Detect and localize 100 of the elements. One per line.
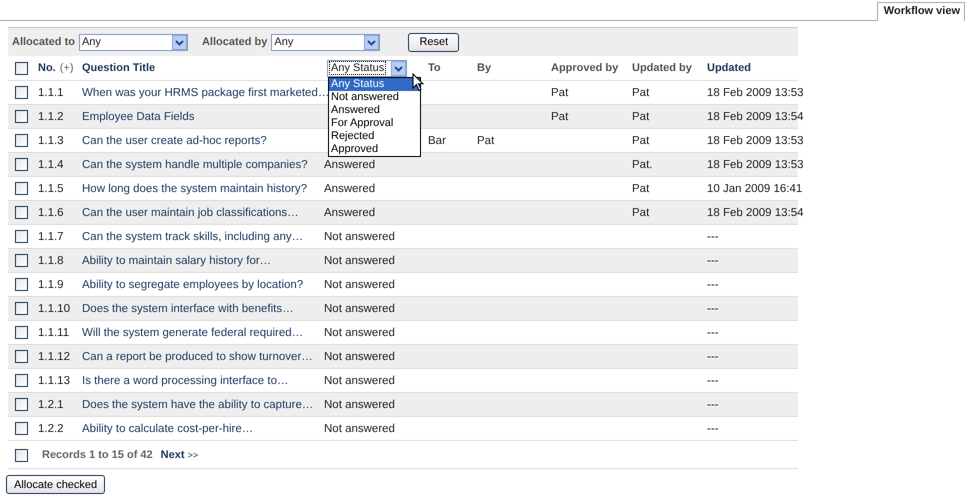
table-cell: --- bbox=[707, 398, 718, 410]
next-page-link[interactable]: Next >> bbox=[160, 449, 198, 461]
allocate-checked-button[interactable]: Allocate checked bbox=[6, 475, 106, 494]
question-link[interactable]: How long does the system maintain history? bbox=[82, 182, 307, 194]
question-number: 1.1.6 bbox=[38, 206, 64, 218]
status-cell: Answered bbox=[324, 206, 376, 218]
column-header: Approved by bbox=[551, 62, 618, 74]
column-header: Updated by bbox=[632, 62, 692, 74]
row-checkbox[interactable] bbox=[15, 158, 28, 171]
column-header-link[interactable]: Question Title bbox=[82, 62, 156, 74]
status-cell: Not answered bbox=[324, 326, 395, 338]
status-option[interactable]: Answered bbox=[329, 104, 420, 116]
row-checkbox[interactable] bbox=[15, 326, 28, 339]
question-number: 1.1.5 bbox=[38, 182, 64, 194]
question-number: 1.1.7 bbox=[38, 230, 64, 242]
filter-dropdown[interactable]: Any bbox=[271, 34, 380, 50]
table-cell: Bar bbox=[428, 134, 446, 146]
row-checkbox[interactable] bbox=[15, 302, 28, 315]
table-cell: 18 Feb 2009 13:54 bbox=[707, 110, 804, 122]
question-link[interactable]: Can the system handle multiple companies? bbox=[82, 158, 308, 170]
question-number: 1.2.1 bbox=[38, 398, 64, 410]
table-cell: --- bbox=[707, 326, 718, 338]
question-number: 1.1.9 bbox=[38, 278, 64, 290]
table-cell: Pat bbox=[632, 182, 650, 194]
table-cell: 18 Feb 2009 13:53 bbox=[707, 86, 804, 98]
filter-dropdown[interactable]: Any bbox=[78, 34, 188, 50]
table-cell: Pat bbox=[632, 134, 650, 146]
row-checkbox[interactable] bbox=[15, 254, 28, 267]
table-cell: Pat bbox=[632, 206, 650, 218]
table-cell: --- bbox=[707, 230, 718, 242]
question-link[interactable]: Does the system have the ability to capture… bbox=[82, 398, 314, 410]
question-link[interactable]: Can the user create ad-hoc reports? bbox=[82, 134, 267, 146]
question-link[interactable]: When was your HRMS package first marketed… bbox=[82, 86, 330, 98]
row-checkbox[interactable] bbox=[15, 110, 28, 123]
table-cell: --- bbox=[707, 422, 718, 434]
status-cell: Not answered bbox=[324, 422, 395, 434]
footer-checkbox[interactable] bbox=[15, 448, 28, 462]
question-link[interactable]: Can a report be produced to show turnover… bbox=[82, 350, 313, 362]
question-link[interactable]: Can the user maintain job classifications… bbox=[82, 206, 299, 218]
reset-button[interactable]: Reset bbox=[408, 32, 460, 52]
table-cell: --- bbox=[707, 374, 718, 386]
table-cell: Pat bbox=[632, 110, 650, 122]
workflow-view-tab[interactable]: Workflow view bbox=[876, 2, 965, 21]
row-checkbox[interactable] bbox=[15, 374, 28, 387]
question-number: 1.1.12 bbox=[38, 350, 70, 362]
table-cell: 18 Feb 2009 13:54 bbox=[707, 206, 804, 218]
table-cell: --- bbox=[707, 350, 718, 362]
table-cell: Pat bbox=[632, 86, 650, 98]
row-checkbox[interactable] bbox=[15, 206, 28, 219]
status-cell: Not answered bbox=[324, 230, 395, 242]
question-number: 1.1.3 bbox=[38, 134, 64, 146]
row-checkbox[interactable] bbox=[15, 350, 28, 363]
row-checkbox[interactable] bbox=[15, 398, 28, 411]
status-cell: Not answered bbox=[324, 254, 395, 266]
column-header: To bbox=[428, 62, 441, 74]
filter-label: Allocated to bbox=[12, 36, 75, 48]
question-number: 1.1.8 bbox=[38, 254, 64, 266]
status-cell: Not answered bbox=[324, 302, 395, 314]
status-cell: Not answered bbox=[324, 350, 395, 362]
status-cell: Answered bbox=[324, 158, 376, 170]
table-cell: 18 Feb 2009 13:53 bbox=[707, 134, 804, 146]
row-checkbox[interactable] bbox=[15, 134, 28, 147]
table-cell: Pat bbox=[551, 86, 568, 98]
status-cell: Answered bbox=[324, 182, 376, 194]
table-cell: 18 Feb 2009 13:53 bbox=[707, 158, 804, 170]
status-option[interactable]: Rejected bbox=[329, 130, 420, 142]
row-checkbox[interactable] bbox=[15, 278, 28, 291]
question-link[interactable]: Employee Data Fields bbox=[82, 110, 194, 122]
table-cell: Pat bbox=[477, 134, 494, 146]
question-number: 1.2.2 bbox=[38, 422, 64, 434]
question-link[interactable]: Can the system track skills, including any… bbox=[82, 230, 304, 242]
status-filter-dropdown[interactable]: Any Status bbox=[327, 60, 407, 76]
question-link[interactable]: Ability to segregate employees by location? bbox=[82, 278, 304, 290]
status-option[interactable]: Any Status bbox=[329, 78, 420, 90]
question-link[interactable]: Is there a word processing interface to… bbox=[82, 374, 288, 386]
question-number: 1.1.10 bbox=[38, 302, 70, 314]
table-cell: Pat. bbox=[632, 158, 652, 170]
question-link[interactable]: Ability to calculate cost-per-hire… bbox=[82, 422, 254, 434]
row-checkbox[interactable] bbox=[15, 422, 28, 435]
question-link[interactable]: Does the system interface with benefits… bbox=[82, 302, 294, 314]
status-cell: Not answered bbox=[324, 278, 395, 290]
table-cell: Pat bbox=[551, 110, 568, 122]
row-checkbox[interactable] bbox=[15, 182, 28, 195]
row-checkbox[interactable] bbox=[15, 230, 28, 243]
question-link[interactable]: Ability to maintain salary history for… bbox=[82, 254, 272, 266]
question-number: 1.1.13 bbox=[38, 374, 70, 386]
column-header-link[interactable]: Updated bbox=[707, 62, 751, 74]
status-option[interactable]: Not answered bbox=[329, 90, 420, 104]
records-count: Records 1 to 15 of 42 bbox=[42, 449, 153, 461]
table-cell: --- bbox=[707, 302, 718, 314]
question-number: 1.1.1 bbox=[38, 86, 64, 98]
question-number: 1.1.4 bbox=[38, 158, 64, 170]
column-header-link[interactable]: No. bbox=[38, 62, 56, 74]
expand-all-link[interactable]: (+) bbox=[60, 62, 74, 74]
question-link[interactable]: Will the system generate federal required… bbox=[82, 326, 304, 338]
select-all-checkbox[interactable] bbox=[15, 62, 28, 74]
status-option[interactable]: For Approval bbox=[329, 116, 420, 130]
row-checkbox[interactable] bbox=[15, 86, 28, 99]
status-option[interactable]: Approved bbox=[329, 142, 420, 156]
question-number: 1.1.11 bbox=[38, 326, 70, 338]
